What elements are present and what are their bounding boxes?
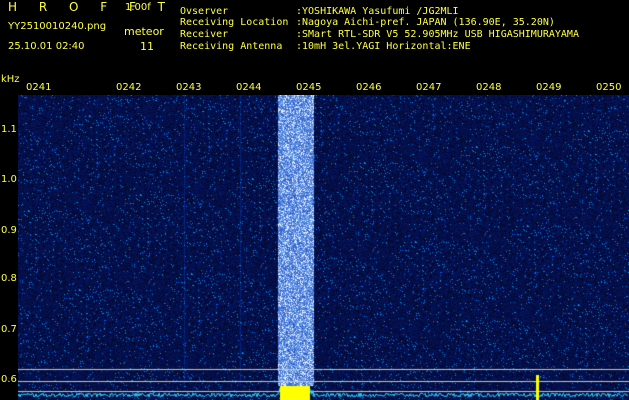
y-tick-1-1: 1.1 [1,124,17,135]
app-version: 1.00f [125,2,151,13]
receiver-value: :SMart RTL-SDR V5 52.905MHz USB HIGASHIM… [296,29,579,40]
antenna-label: Receiving Antenna [180,41,283,52]
receiver-label: Receiver [180,29,229,40]
location-value: :Nagoya Aichi-pref. JAPAN (136.90E, 35.2… [296,17,555,28]
date-time: 25.10.01 02:40 [8,41,85,52]
x-tick-0245: 0245 [296,82,322,93]
file-name: YY2510010240.png [8,21,107,32]
y-tick-0-9: 0.9 [1,225,17,236]
x-tick-0248: 0248 [476,82,502,93]
y-unit-label: kHz [1,74,20,85]
antenna-value: :10mH 3el.YAGI Horizontal:ENE [296,41,471,52]
x-tick-0244: 0244 [236,82,262,93]
y-tick-1-0: 1.0 [1,174,17,185]
x-tick-0241: 0241 [26,82,52,93]
x-tick-0243: 0243 [176,82,202,93]
x-tick-0247: 0247 [416,82,442,93]
x-tick-0250: 0250 [596,82,622,93]
x-tick-0249: 0249 [536,82,562,93]
observer-value: :YOSHIKAWA Yasufumi /JG2MLI [296,6,459,17]
y-tick-0-7: 0.7 [1,324,17,335]
spectrogram-plot [18,95,629,400]
meteor-count: 11 [140,40,154,53]
x-tick-0246: 0246 [356,82,382,93]
y-tick-0-8: 0.8 [1,273,17,284]
observer-label: Ovserver [180,6,229,17]
y-tick-0-6: 0.6 [1,374,17,385]
meteor-label: meteor [124,25,164,38]
location-label: Receiving Location [180,17,289,28]
hroff-screen: H R O F F T 1.00f YY2510010240.png meteo… [0,0,629,400]
x-tick-0242: 0242 [116,82,142,93]
